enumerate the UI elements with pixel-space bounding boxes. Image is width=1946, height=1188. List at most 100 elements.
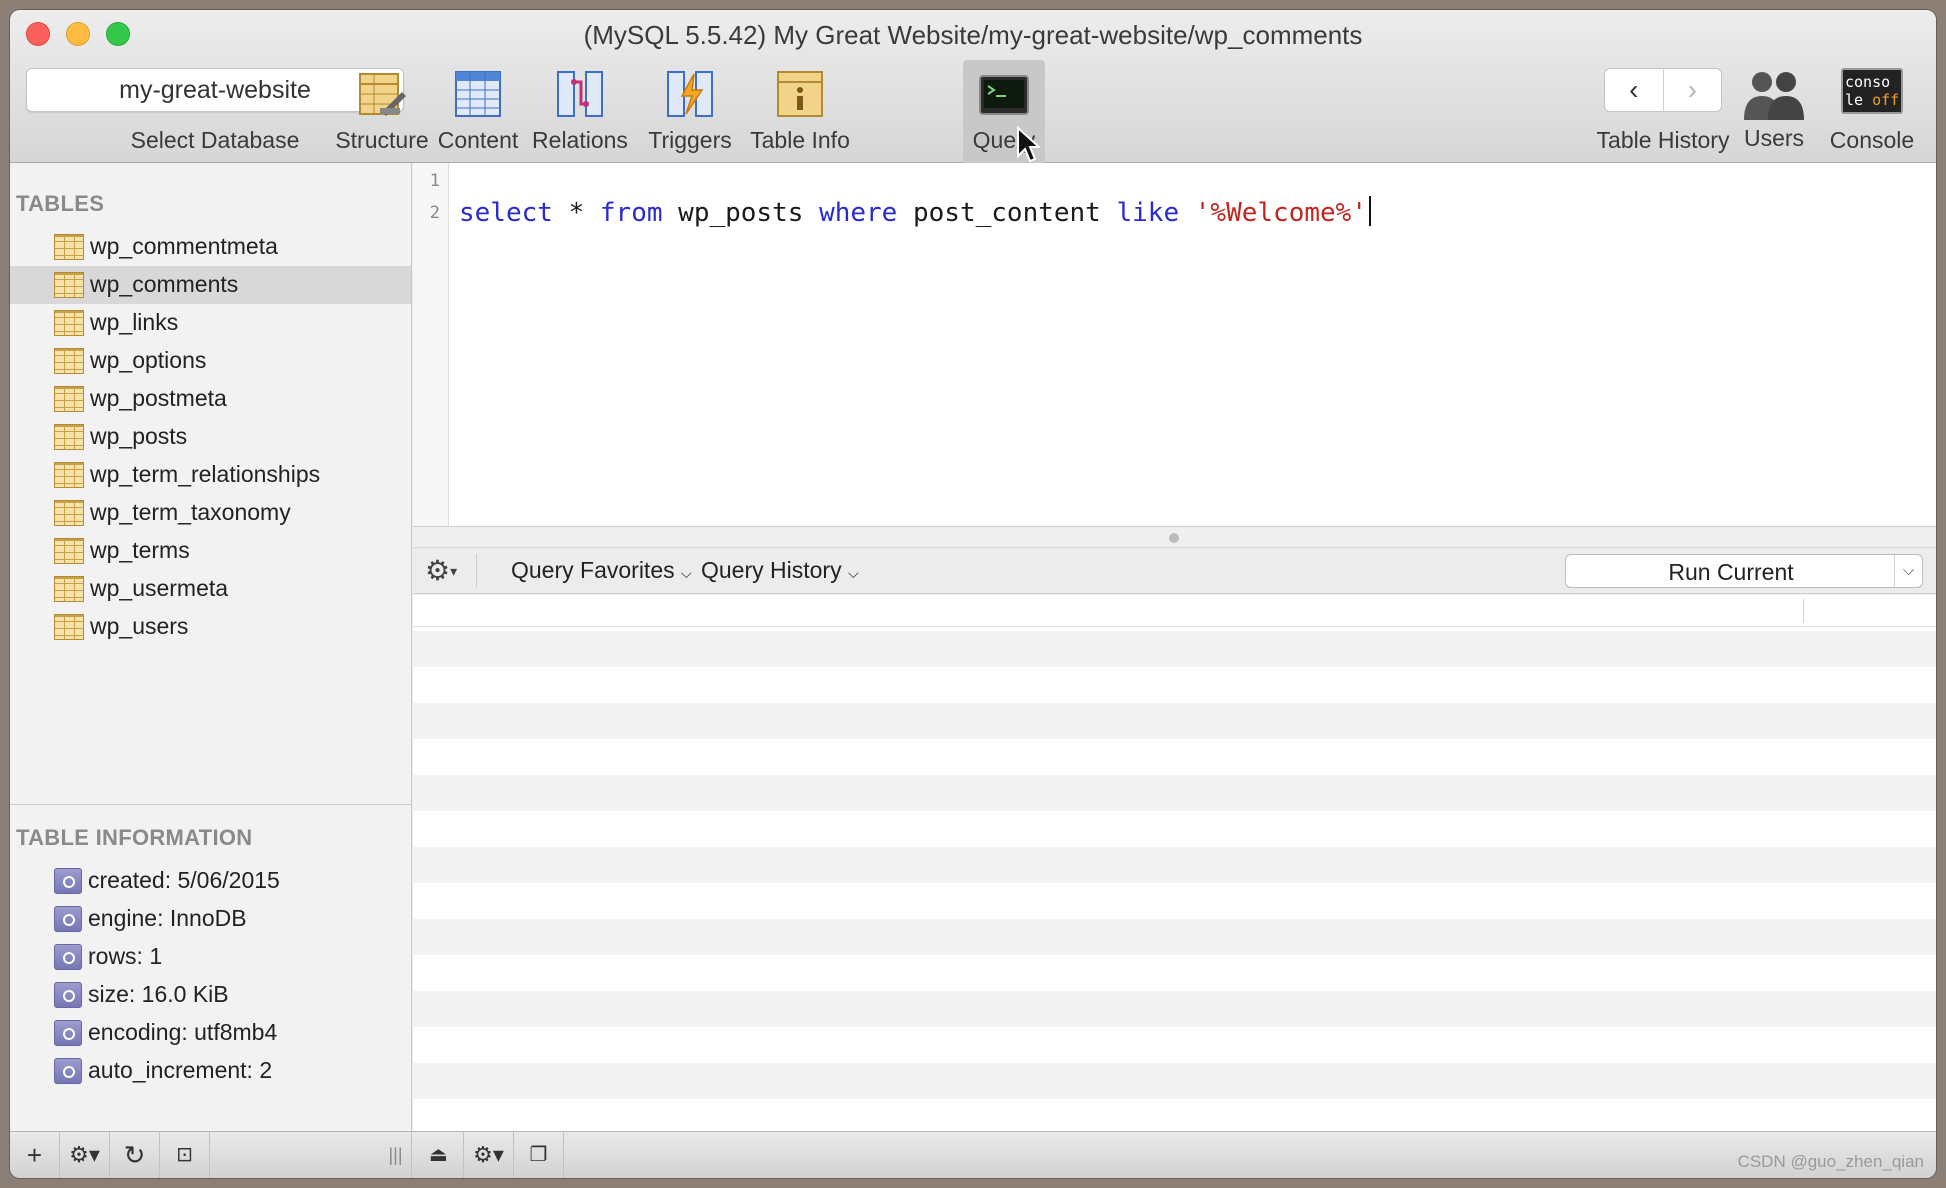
table-icon [54,234,84,260]
table-name: wp_usermeta [90,575,229,601]
divider [476,554,477,588]
table-icon [54,462,84,488]
export-results-button[interactable]: ❐ [514,1132,564,1178]
sql-keyword: where [819,198,898,228]
run-options-chevron-icon[interactable]: ⌵ [1894,555,1922,587]
table-info-item: created: 5/06/2015 [10,862,411,900]
table-info-item: rows: 1 [10,938,411,976]
database-select-value: my-great-website [119,76,311,104]
table-info-button[interactable]: Table Info [744,60,856,164]
table-item-wp-terms[interactable]: wp_terms [10,532,411,570]
relations-label: Relations [532,127,628,153]
table-icon [54,310,84,336]
sql-keyword: like [1116,198,1180,228]
gear-icon: ⚙▾ [473,1142,504,1167]
table-item-wp-term-relationships[interactable]: wp_term_relationships [10,456,411,494]
splitter-handle-icon [1169,533,1179,543]
table-actions-button[interactable]: ⚙▾ [60,1132,110,1178]
chevron-down-icon: ⌵ [681,565,692,581]
resize-grip-icon: ||| [388,1145,403,1165]
users-button[interactable]: Users [1734,58,1814,162]
refresh-button[interactable]: ↻ [110,1132,160,1178]
sql-string: '%Welcome%' [1194,198,1367,228]
collapse-icon: ⏏ [429,1144,448,1166]
document-icon: ❐ [529,1144,548,1166]
table-name: wp_posts [90,423,188,449]
structure-button[interactable]: Structure [332,60,432,164]
editor-splitter[interactable] [413,526,1936,548]
table-item-wp-usermeta[interactable]: wp_usermeta [10,570,411,608]
console-button[interactable]: conso le off Console [1822,60,1922,164]
triggers-label: Triggers [648,127,732,153]
info-property-text: engine: InnoDB [88,905,247,931]
sql-keyword: from [599,198,663,228]
results-header [413,595,1936,627]
window-title: (MySQL 5.5.42) My Great Website/my-great… [583,20,1363,50]
sql-token: wp_posts [662,198,820,228]
results-actions-button[interactable]: ⚙▾ [464,1132,514,1178]
sidebar-divider [10,804,411,805]
triggers-button[interactable]: Triggers [636,60,744,164]
table-name: wp_term_relationships [90,461,321,487]
filter-toggle-button[interactable]: ⊡ [160,1132,210,1178]
info-property-text: created: 5/06/2015 [88,867,280,893]
mouse-pointer-icon [1017,126,1040,163]
relations-icon [554,68,606,120]
query-text[interactable]: select * from wp_posts where post_conten… [459,196,1371,228]
query-favorites-menu[interactable]: Query Favorites ⌵ [511,557,692,584]
table-item-wp-users[interactable]: wp_users [10,608,411,646]
console-icon: conso le off [1841,68,1903,114]
table-icon [54,348,84,374]
table-icon [54,538,84,564]
table-info-item: size: 16.0 KiB [10,976,411,1014]
query-history-label: Query History [701,557,842,583]
sidebar-resize-handle[interactable]: ||| [380,1132,412,1178]
table-item-wp-posts[interactable]: wp_posts [10,418,411,456]
table-item-wp-term-taxonomy[interactable]: wp_term_taxonomy [10,494,411,532]
sidebar: TABLES wp_commentmeta wp_comments wp_links… [10,163,412,1131]
content-label: Content [437,127,519,153]
info-property-icon [54,944,82,970]
info-property-text: rows: 1 [88,943,163,969]
chevron-down-icon: ⌵ [847,565,859,581]
info-property-icon [54,1058,82,1084]
table-item-wp-commentmeta[interactable]: wp_commentmeta [10,228,411,266]
add-table-button[interactable]: + [10,1132,60,1178]
triggers-icon [664,68,716,120]
run-current-button[interactable]: Run Current ⌵ [1565,554,1923,588]
info-property-icon [54,982,82,1008]
table-info-icon [774,68,826,120]
gear-menu-icon[interactable]: ⚙▾ [425,554,457,587]
table-icon [54,424,84,450]
column-divider[interactable] [1803,599,1804,623]
info-property-text: auto_increment: 2 [88,1057,273,1083]
info-property-icon [54,868,82,894]
plus-icon: + [26,1140,43,1170]
users-icon [1744,66,1804,120]
relations-button[interactable]: Relations [524,60,636,164]
query-terminal-icon [978,68,1030,120]
content-button[interactable]: Content [432,60,524,164]
table-item-wp-comments[interactable]: wp_comments [10,266,411,304]
query-editor[interactable]: 1 2 select * from wp_posts where post_co… [413,163,1936,526]
table-item-wp-postmeta[interactable]: wp_postmeta [10,380,411,418]
refresh-icon: ↻ [123,1140,146,1170]
query-history-menu[interactable]: Query History ⌵ [701,557,859,584]
table-item-wp-options[interactable]: wp_options [10,342,411,380]
info-property-icon [54,1020,82,1046]
info-property-text: size: 16.0 KiB [88,981,229,1007]
table-item-wp-links[interactable]: wp_links [10,304,411,342]
toggle-editor-button[interactable]: ⏏ [414,1132,464,1178]
line-number-gutter: 1 2 [413,163,449,526]
table-icon [54,386,84,412]
table-name: wp_postmeta [90,385,227,411]
table-icon [54,576,84,602]
results-table[interactable] [413,595,1936,1131]
table-icon [54,500,84,526]
table-info-item: engine: InnoDB [10,900,411,938]
table-info-item: encoding: utf8mb4 [10,1014,411,1052]
sql-keyword: select [459,198,553,228]
run-current-label: Run Current [1668,559,1794,585]
info-property-icon [54,906,82,932]
